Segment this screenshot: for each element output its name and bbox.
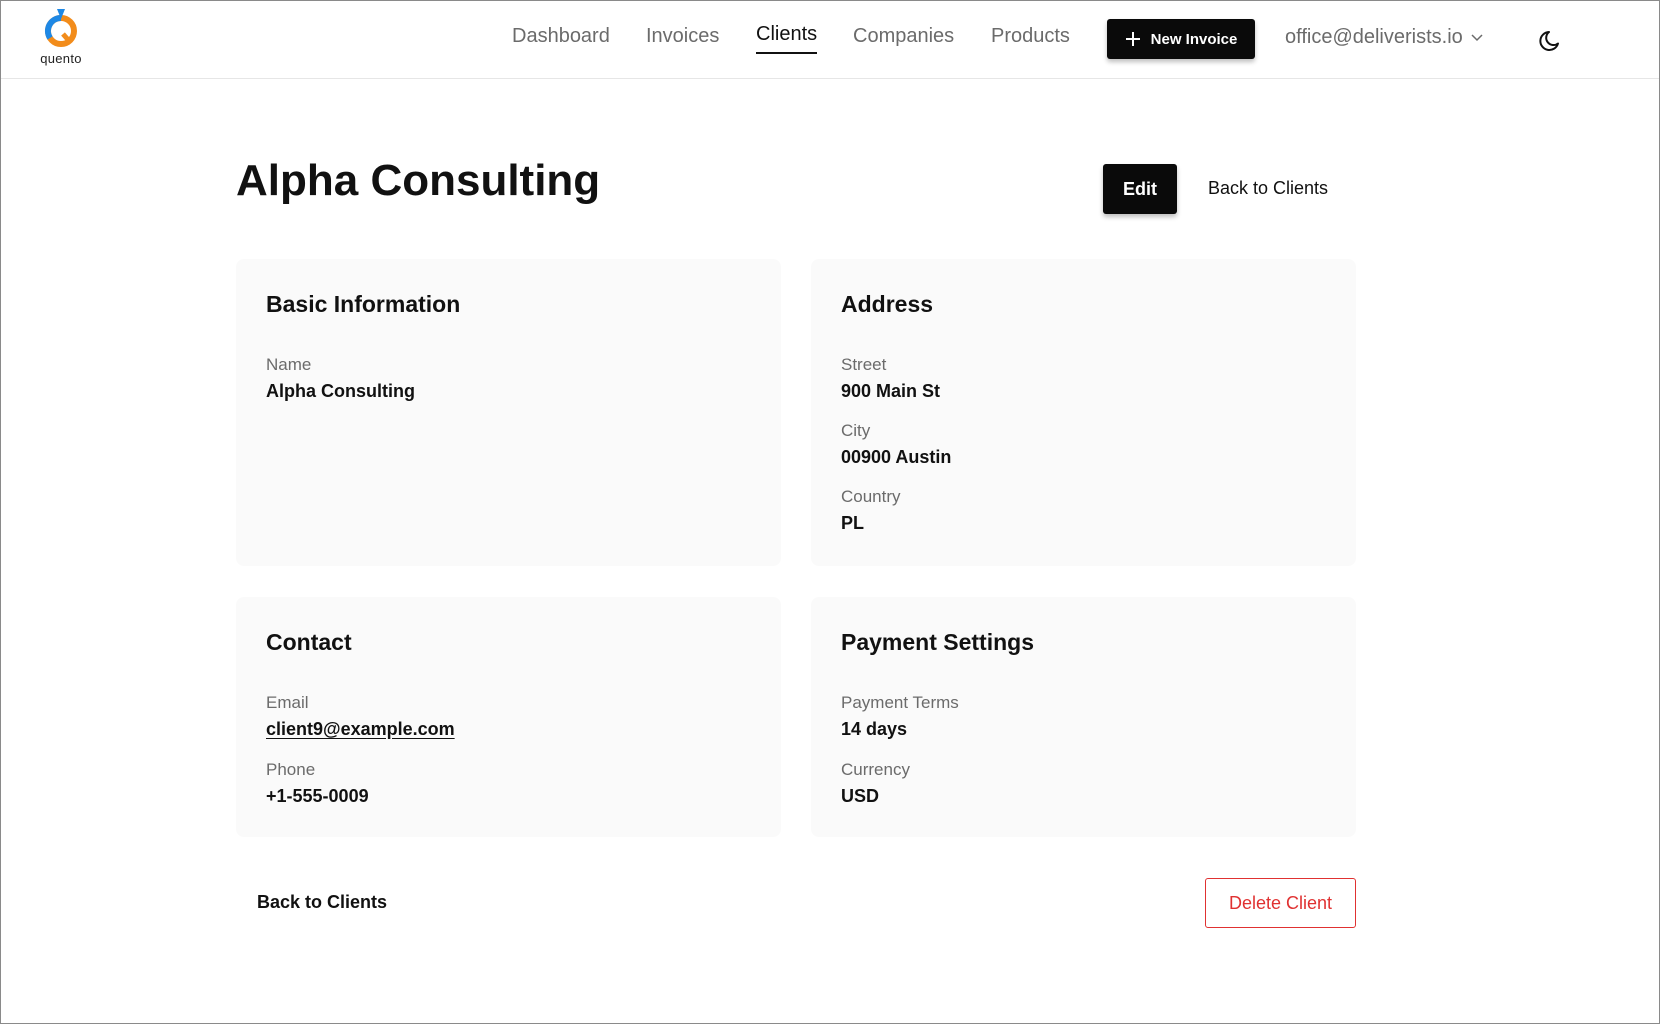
basic-information-card: Basic Information Name Alpha Consulting bbox=[236, 259, 781, 566]
back-to-clients-link-bottom[interactable]: Back to Clients bbox=[257, 892, 387, 913]
account-email: office@deliverists.io bbox=[1285, 26, 1463, 48]
field-label: Phone bbox=[266, 760, 316, 779]
email-field: Email client9@example.com bbox=[266, 693, 455, 740]
page-title: Alpha Consulting bbox=[236, 156, 601, 205]
field-value: 00900 Austin bbox=[841, 447, 952, 467]
moon-icon bbox=[1539, 31, 1559, 51]
new-invoice-button[interactable]: New Invoice bbox=[1107, 19, 1255, 59]
city-field: City 00900 Austin bbox=[841, 421, 951, 468]
card-title: Basic Information bbox=[266, 291, 461, 317]
phone-field: Phone +1-555-0009 bbox=[266, 760, 369, 807]
plus-icon bbox=[1125, 32, 1140, 46]
nav-clients[interactable]: Clients bbox=[756, 23, 818, 54]
quento-logo[interactable]: quento bbox=[35, 7, 87, 69]
field-value: Alpha Consulting bbox=[266, 381, 415, 401]
field-value: PL bbox=[841, 513, 865, 533]
field-label: Currency bbox=[841, 760, 910, 779]
field-label: City bbox=[841, 421, 871, 440]
card-title: Address bbox=[841, 291, 934, 317]
logo-text: quento bbox=[40, 51, 82, 66]
field-value: +1-555-0009 bbox=[266, 786, 369, 806]
payment-terms-field: Payment Terms 14 days bbox=[841, 693, 959, 740]
nav-dashboard[interactable]: Dashboard bbox=[512, 25, 610, 48]
field-label: Name bbox=[266, 355, 312, 374]
app-window: quento Dashboard Invoices Clients Compan… bbox=[0, 0, 1660, 1024]
card-title: Payment Settings bbox=[841, 629, 1034, 655]
logo-mark-icon bbox=[44, 9, 77, 47]
field-value: 14 days bbox=[841, 719, 908, 739]
street-field: Street 900 Main St bbox=[841, 355, 940, 402]
delete-client-button[interactable]: Delete Client bbox=[1205, 878, 1356, 928]
top-navigation: quento Dashboard Invoices Clients Compan… bbox=[1, 1, 1659, 79]
field-value: 900 Main St bbox=[841, 381, 941, 401]
field-label: Email bbox=[266, 693, 309, 712]
account-menu[interactable]: office@deliverists.io bbox=[1285, 26, 1483, 49]
country-field: Country PL bbox=[841, 487, 901, 534]
chevron-down-icon bbox=[1471, 33, 1483, 41]
contact-card: Contact Email client9@example.com Phone … bbox=[236, 597, 781, 837]
nav-companies[interactable]: Companies bbox=[853, 25, 954, 48]
currency-field: Currency USD bbox=[841, 760, 910, 807]
field-label: Country bbox=[841, 487, 901, 506]
field-value: USD bbox=[841, 786, 880, 806]
edit-button[interactable]: Edit bbox=[1103, 164, 1177, 214]
new-invoice-label: New Invoice bbox=[1150, 30, 1238, 48]
back-to-clients-link[interactable]: Back to Clients bbox=[1208, 178, 1328, 199]
name-field: Name Alpha Consulting bbox=[266, 355, 415, 402]
address-card: Address Street 900 Main St City 00900 Au… bbox=[811, 259, 1356, 566]
theme-toggle[interactable] bbox=[1538, 27, 1564, 53]
field-label: Payment Terms bbox=[841, 693, 959, 712]
nav-products[interactable]: Products bbox=[991, 25, 1070, 48]
email-link[interactable]: client9@example.com bbox=[266, 719, 455, 740]
field-label: Street bbox=[841, 355, 887, 374]
card-title: Contact bbox=[266, 629, 352, 655]
nav-invoices[interactable]: Invoices bbox=[646, 25, 719, 48]
payment-settings-card: Payment Settings Payment Terms 14 days C… bbox=[811, 597, 1356, 837]
